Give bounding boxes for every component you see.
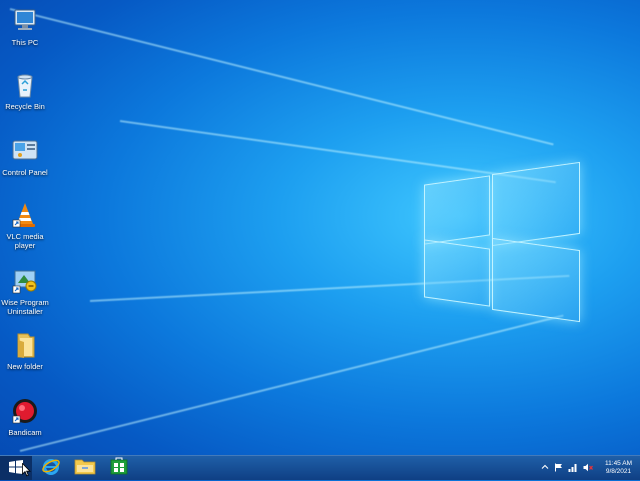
desktop-icon-vlc[interactable]: VLC media player: [0, 200, 50, 250]
taskbar-internet-explorer[interactable]: [34, 456, 68, 480]
desktop-icon-label: VLC media player: [6, 232, 44, 250]
desktop-icon-label: Wise Program Uninstaller: [1, 298, 49, 316]
logo-pane: [492, 161, 580, 247]
control-panel-icon: [10, 136, 40, 166]
computer-icon: [10, 6, 40, 36]
windows-start-icon: [9, 459, 23, 478]
desktop-icon-recycle-bin[interactable]: Recycle Bin: [0, 70, 50, 111]
vlc-cone-icon: [10, 200, 40, 230]
windows-logo: [424, 160, 580, 323]
light-ray: [19, 314, 564, 452]
flag-icon[interactable]: [554, 463, 563, 474]
folder-icon: [10, 330, 40, 360]
desktop-icon-label: Bandicam: [8, 428, 42, 437]
desktop-wallpaper: [0, 0, 640, 456]
light-ray: [9, 8, 554, 146]
clock[interactable]: 11:45 AM 9/8/2021: [599, 460, 632, 476]
logo-pane: [492, 237, 580, 323]
bandicam-icon: [10, 396, 40, 426]
file-explorer-icon: [74, 456, 96, 480]
desktop-icon-label: Recycle Bin: [5, 102, 45, 111]
chevron-up-icon[interactable]: [541, 463, 549, 473]
desktop-icon-wise-uninstaller[interactable]: Wise Program Uninstaller: [0, 266, 50, 316]
clock-time: 11:45 AM: [605, 460, 632, 467]
desktop-icon-control-panel[interactable]: Control Panel: [0, 136, 50, 177]
logo-pane: [424, 239, 490, 307]
clock-date: 9/8/2021: [605, 468, 632, 475]
desktop-icon-label: This PC: [11, 38, 39, 47]
internet-explorer-icon: [41, 456, 61, 480]
desktop-icon-label: Control Panel: [2, 168, 48, 177]
logo-pane: [424, 175, 490, 245]
volume-muted-icon[interactable]: [583, 463, 594, 474]
desktop-icon-bandicam[interactable]: Bandicam: [0, 396, 50, 437]
taskbar: 11:45 AM 9/8/2021: [0, 455, 640, 480]
recycle-bin-icon: [10, 70, 40, 100]
uninstaller-icon: [10, 266, 40, 296]
taskbar-store[interactable]: [102, 456, 136, 480]
mouse-cursor-icon: [22, 462, 32, 477]
system-tray: 11:45 AM 9/8/2021: [541, 456, 640, 480]
desktop-icon-this-pc[interactable]: This PC: [0, 6, 50, 47]
desktop-icon-label: New folder: [7, 362, 43, 371]
store-icon: [109, 456, 129, 480]
network-icon[interactable]: [568, 463, 578, 474]
desktop-icon-new-folder[interactable]: New folder: [0, 330, 50, 371]
taskbar-file-explorer[interactable]: [68, 456, 102, 480]
